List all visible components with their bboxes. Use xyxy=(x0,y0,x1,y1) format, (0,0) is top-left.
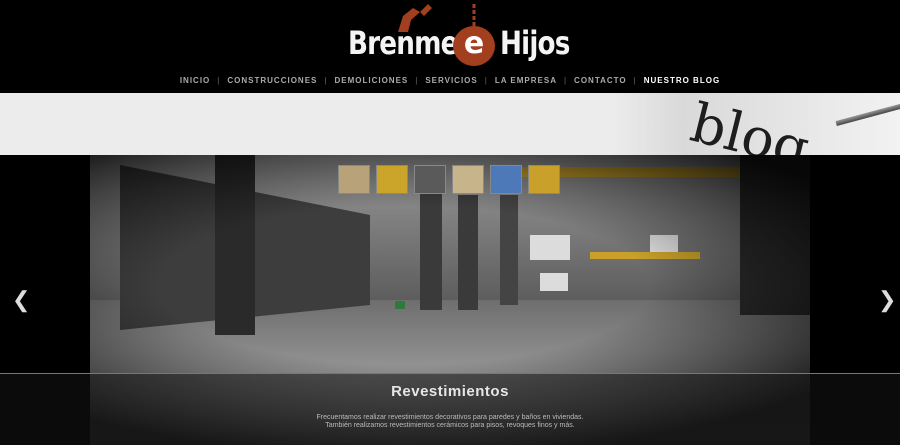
slider-thumbnails xyxy=(338,165,566,199)
chain-icon xyxy=(472,4,476,26)
slider-thumbnail[interactable] xyxy=(452,165,484,194)
slider-thumbnail[interactable] xyxy=(528,165,560,194)
nav-item-servicios[interactable]: SERVICIOS xyxy=(418,76,484,85)
slider-thumbnail[interactable] xyxy=(490,165,522,194)
nav-item-nuestro-blog[interactable]: NUESTRO BLOG xyxy=(637,76,727,85)
chevron-left-icon[interactable]: ❮ xyxy=(12,287,30,313)
nav-item-demoliciones[interactable]: DEMOLICIONES xyxy=(327,76,415,85)
chevron-right-icon[interactable]: ❯ xyxy=(878,287,896,313)
wrecking-ball-icon: e xyxy=(453,26,495,66)
main-nav: INICIO | CONSTRUCCIONES | DEMOLICIONES | SERVI… xyxy=(0,76,900,85)
blog-banner-word: blog xyxy=(684,93,816,155)
slider-thumbnail[interactable] xyxy=(376,165,408,194)
blog-banner[interactable]: blog xyxy=(0,93,900,155)
site-header: Brenme e Hijos INICIO | CONSTRUCCIONES | DEM… xyxy=(0,0,900,93)
slide-caption-text: Frecuentamos realizar revestimientos dec… xyxy=(316,414,584,421)
slide-caption: Revestimientos Frecuentamos realizar rev… xyxy=(0,373,900,445)
slide-caption-text: También realizamos revestimientos cerámi… xyxy=(325,422,575,429)
nav-item-la-empresa[interactable]: LA EMPRESA xyxy=(488,76,564,85)
slider-thumbnail[interactable] xyxy=(338,165,370,194)
nav-item-inicio[interactable]: INICIO xyxy=(173,76,217,85)
slider-thumbnail[interactable] xyxy=(414,165,446,194)
logo-text-brenme: Brenme xyxy=(348,24,458,62)
hero-slider: ❮ ❯ Revestimientos Frecuentamos realizar… xyxy=(0,155,900,445)
slide-caption-title: Revestimientos xyxy=(391,383,509,400)
nav-item-contacto[interactable]: CONTACTO xyxy=(567,76,634,85)
nav-item-construcciones[interactable]: CONSTRUCCIONES xyxy=(220,76,324,85)
logo-text-hijos: Hijos xyxy=(500,24,570,62)
site-logo[interactable]: Brenme e Hijos xyxy=(340,4,570,66)
